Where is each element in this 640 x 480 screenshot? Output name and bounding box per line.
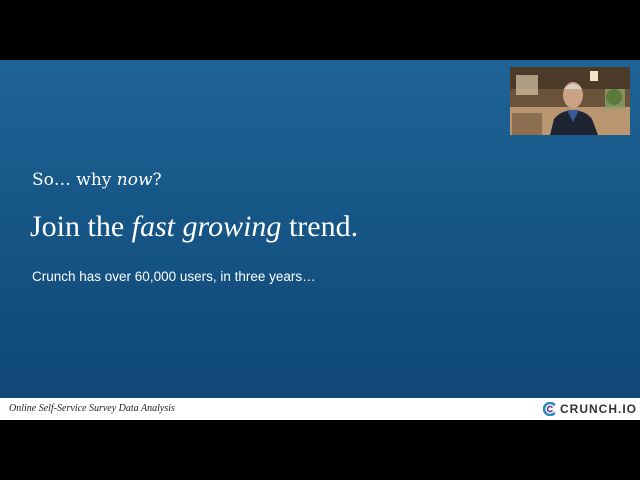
headline-emphasis: fast growing (131, 210, 282, 243)
footer-caption: Online Self-Service Survey Data Analysis (9, 403, 175, 414)
slide-headline: Join the fast growing trend. (30, 210, 358, 244)
crunch-logo-text: CRUNCH.IO (560, 402, 637, 416)
presentation-frame: So… why now? Join the fast growing trend… (0, 0, 640, 480)
slide-footer: Online Self-Service Survey Data Analysis… (0, 398, 640, 420)
crunch-c-logo-icon (543, 402, 556, 416)
kicker-emphasis: now (116, 170, 153, 190)
headline-text-after: trend. (281, 210, 359, 243)
presenter-video-image (510, 67, 630, 135)
kicker-text-after: ? (152, 170, 162, 190)
presenter-video (510, 67, 630, 135)
crunch-logo: CRUNCH.IO (543, 402, 637, 416)
slide-body-text: Crunch has over 60,000 users, in three y… (32, 269, 316, 284)
slide-kicker: So… why now? (32, 170, 162, 190)
slide: So… why now? Join the fast growing trend… (0, 60, 640, 398)
kicker-text-before: So… why (32, 170, 117, 190)
headline-text-before: Join the (30, 210, 132, 243)
